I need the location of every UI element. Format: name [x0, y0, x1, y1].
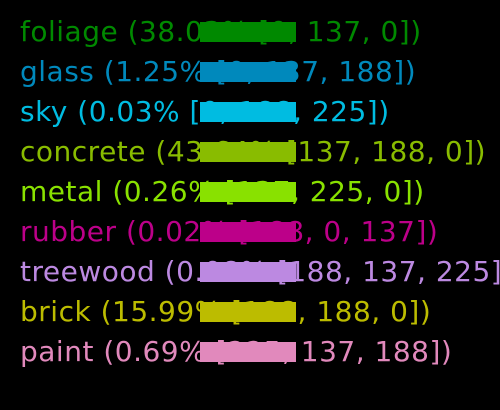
material-legend: foliage (38.03% [0, 137, 0]) glass (1.25…: [0, 0, 500, 410]
legend-swatch-treewood: [200, 262, 296, 282]
legend-swatch-concrete: [200, 142, 296, 162]
legend-swatch-glass: [200, 62, 296, 82]
legend-swatch-metal: [200, 182, 296, 202]
legend-swatch-paint: [200, 342, 296, 362]
legend-item-sky: sky (0.03% [0, 188, 225]): [0, 92, 500, 132]
legend-item-rubber: rubber (0.02% [188, 0, 137]): [0, 212, 500, 252]
legend-item-treewood: treewood (0.08% [188, 137, 225]): [0, 252, 500, 292]
legend-swatch-brick: [200, 302, 296, 322]
legend-item-metal: metal (0.26% [137, 225, 0]): [0, 172, 500, 212]
legend-item-brick: brick (15.99% [188, 188, 0]): [0, 292, 500, 332]
legend-item-foliage: foliage (38.03% [0, 137, 0]): [0, 12, 500, 52]
legend-item-paint: paint (0.69% [225, 137, 188]): [0, 332, 500, 372]
legend-swatch-sky: [200, 102, 296, 122]
legend-item-glass: glass (1.25% [0, 137, 188]): [0, 52, 500, 92]
legend-swatch-rubber: [200, 222, 296, 242]
legend-swatch-foliage: [200, 22, 296, 42]
legend-item-concrete: concrete (43.64% [137, 188, 0]): [0, 132, 500, 172]
